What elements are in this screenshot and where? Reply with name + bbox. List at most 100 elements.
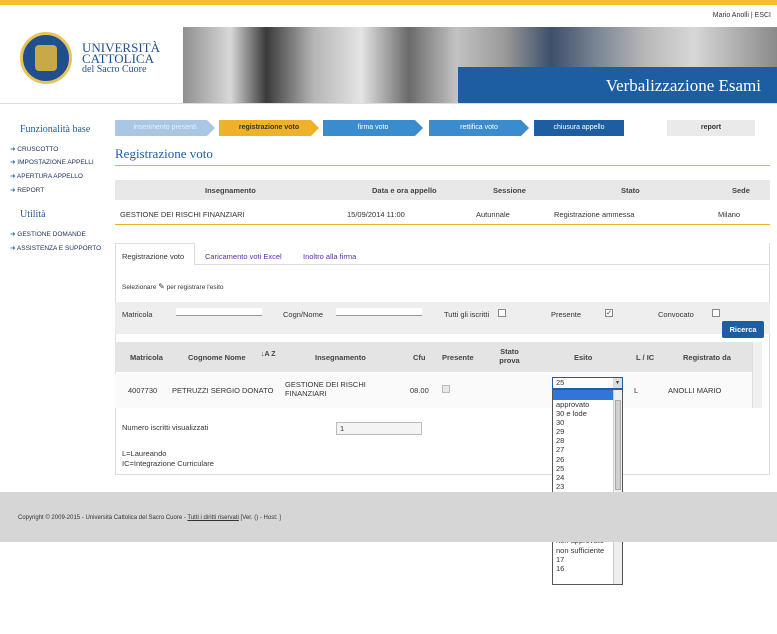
tab-inoltro-firma[interactable]: Inoltro alla firma [303,252,356,261]
esito-option[interactable]: 28 [553,436,622,445]
col-stato-prova: Stato prova [499,347,520,365]
step-inserimento-presenti[interactable]: inserimento presenti [115,120,215,136]
edit-hint-suffix: per registrare l'esito [166,284,224,291]
exam-info-header: Insegnamento Data e ora appello Sessione… [115,180,770,200]
esito-option[interactable]: 23 [553,482,622,491]
legend-laureando: L=Laureando [122,449,167,458]
count-label: Numero iscritti visualizzati [122,423,209,432]
exam-insegnamento: GESTIONE DEI RISCHI FINANZIARI [120,210,245,219]
matricola-label: Matricola [122,310,153,319]
sidebar-section-base: Funzionalità base [20,124,91,135]
user-bar: Mario Anolli | ESCI [712,12,771,19]
university-seal-logo [20,32,72,84]
dropdown-highlighted-option[interactable] [553,390,622,400]
students-table-header: Matricola Cognome Nome ↓A Z Insegnamento… [115,342,760,372]
row-presente-checkbox [442,385,450,393]
university-logo-text: UNIVERSITÀ CATTOLICA del Sacro Cuore [82,41,160,75]
row-lic: L [634,386,639,395]
header-sessione: Sessione [493,186,526,195]
col-l-ic: L / IC [636,353,655,362]
edit-hint: Selezionare ✎ per registrare l'esito [122,282,224,291]
header-divider [0,103,777,104]
exam-info-row: GESTIONE DEI RISCHI FINANZIARI 15/09/201… [115,203,770,225]
col-matricola[interactable]: Matricola [130,353,163,362]
esito-option[interactable]: 24 [553,473,622,482]
sidebar-section-utilita: Utilità [20,209,46,220]
row-cfu: 08.00 [410,386,429,395]
user-name: Mario Anolli [712,12,749,19]
exam-stato: Registrazione ammessa [554,210,635,219]
tab-registrazione-voto[interactable]: Registrazione voto [122,252,184,261]
title-divider [115,165,770,166]
matricola-input[interactable] [176,308,262,316]
step-rettifica-voto[interactable]: rettifica voto [429,120,529,136]
esito-option[interactable]: 16 [553,564,622,573]
convocato-checkbox[interactable] [712,309,720,317]
row-insegnamento: GESTIONE DEI RISCHI FINANZIARI [285,380,366,398]
report-button[interactable]: report [667,120,755,136]
cognome-input[interactable] [336,308,422,316]
sidebar-item-report[interactable]: REPORT [10,186,44,194]
esito-option[interactable]: approvato [553,400,622,409]
presente-checkbox[interactable]: ✓ [605,309,613,317]
esito-option[interactable]: 29 [553,427,622,436]
col-cognome-nome[interactable]: Cognome Nome [188,353,246,362]
footer-text: Copyright © 2009-2015 - Università Catto… [18,515,281,521]
row-matricola: 4007730 [128,386,158,395]
header-sede: Sede [732,186,750,195]
tutti-iscritti-checkbox[interactable] [498,309,506,317]
esito-option[interactable]: 26 [553,455,622,464]
esito-selected-value: 25 [556,378,565,387]
step-registrazione-voto[interactable]: registrazione voto [219,120,319,136]
sidebar-item-apertura-appello[interactable]: APERTURA APPELLO [10,172,83,180]
col-esito: Esito [574,353,593,362]
footer-version: [Ver. () - Host: ] [240,515,281,521]
tutti-iscritti-label: Tutti gli iscritti [444,310,490,319]
col-insegnamento: Insegnamento [315,353,366,362]
esito-option[interactable]: 30 [553,418,622,427]
header-insegnamento: Insegnamento [205,186,256,195]
presente-label: Presente [551,310,582,319]
header-data-ora: Data e ora appello [372,186,437,195]
sidebar-item-gestione-domande[interactable]: GESTIONE DOMANDE [10,230,86,238]
exam-sede: Milano [718,210,741,219]
esito-option[interactable]: 25 [553,464,622,473]
step-chiusura-appello[interactable]: chiusura appello [534,120,624,136]
exam-data-ora: 15/09/2014 11:00 [347,210,405,219]
esito-option[interactable]: 30 e lode [553,409,622,418]
row-nome: PETRUZZI SERGIO DONATO [172,386,274,395]
footer-rights-link[interactable]: Tutti i diritti riservati [187,515,238,521]
esito-option[interactable]: 27 [553,445,622,454]
chevron-down-icon[interactable]: ▼ [613,378,622,388]
esito-option[interactable]: non sufficiente [553,546,622,555]
col-registrato-da: Registrato da [683,353,731,362]
esito-dropdown-list[interactable]: approvato30 e lode3029282726252423222120… [552,389,623,585]
esito-option[interactable]: 17 [553,555,622,564]
sidebar-item-impostazione-appelli[interactable]: IMPOSTAZIONE APPELLI [10,158,93,166]
esito-select[interactable]: 25 ▼ [552,377,623,389]
dropdown-scroll-thumb[interactable] [615,400,621,490]
header-stato: Stato [621,186,640,195]
sidebar-item-cruscotto[interactable]: CRUSCOTTO [10,145,58,153]
convocato-label: Convocato [658,310,694,319]
top-accent-bar [0,0,777,5]
col-cfu: Cfu [413,353,426,362]
sort-icon[interactable]: ↓A Z [261,351,276,358]
footer-copyright: Copyright © 2009-2015 - Università Catto… [18,515,186,521]
tab-bar-line [195,264,770,265]
tab-caricamento-excel[interactable]: Caricamento voti Excel [205,252,282,261]
dropdown-scrollbar[interactable] [613,390,622,584]
exam-sessione: Autunnale [476,210,510,219]
row-registrato-da: ANOLLI MARIO [668,386,722,395]
table-scrollbar[interactable] [752,342,762,408]
sidebar-item-assistenza[interactable]: ASSISTENZA E SUPPORTO [10,244,101,252]
count-input[interactable]: 1 [336,422,422,435]
cognome-label: Cogn/Nome [283,310,324,319]
logout-link[interactable]: ESCI [755,12,771,19]
step-firma-voto[interactable]: firma voto [323,120,423,136]
col-presente: Presente [442,353,474,362]
ricerca-button[interactable]: Ricerca [722,321,764,338]
logo-line-2: CATTOLICA [82,51,154,66]
app-title: Verbalizzazione Esami [605,76,761,95]
table-row[interactable]: 4007730 PETRUZZI SERGIO DONATO GESTIONE … [115,374,760,408]
